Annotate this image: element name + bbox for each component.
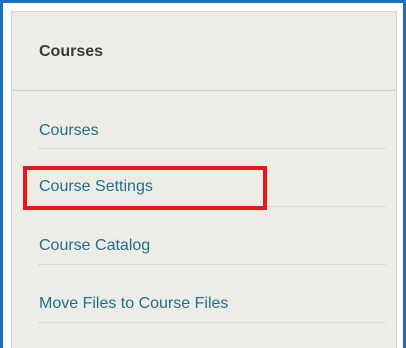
courses-module-panel: Courses Courses Course Settings Course C… <box>11 11 397 348</box>
menu-item-course-catalog[interactable]: Course Catalog <box>39 207 386 265</box>
menu-item-move-files[interactable]: Move Files to Course Files <box>39 265 386 323</box>
menu-item-course-settings-link[interactable]: Course Settings <box>39 178 153 196</box>
menu-item-course-catalog-link[interactable]: Course Catalog <box>39 237 150 255</box>
menu-item-courses-link[interactable]: Courses <box>39 122 99 140</box>
panel-header: Courses <box>12 12 396 91</box>
menu-item-move-files-link[interactable]: Move Files to Course Files <box>39 295 228 313</box>
panel-title: Courses <box>39 43 104 60</box>
menu-item-course-settings[interactable]: Course Settings <box>39 149 386 207</box>
menu-item-courses[interactable]: Courses <box>39 91 386 149</box>
